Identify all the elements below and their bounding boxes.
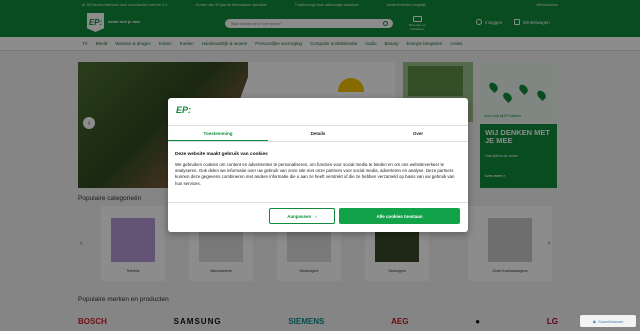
chevron-right-icon: ›	[315, 213, 317, 219]
dialog-body: We gebruiken cookies om content en adver…	[175, 162, 455, 186]
tab-about[interactable]: Over	[368, 126, 468, 141]
dialog-heading: Deze website maakt gebruik van cookies	[175, 152, 268, 157]
cookie-consent-dialog: EP: Toestemming Details Over Deze websit…	[168, 98, 468, 232]
tab-details[interactable]: Details	[268, 126, 368, 141]
consent-tabs: Toestemming Details Over	[168, 125, 468, 142]
tab-consent[interactable]: Toestemming	[168, 126, 268, 141]
watermark: ◉ ScamMalware	[580, 315, 636, 327]
shield-icon: ◉	[592, 318, 597, 324]
allow-all-cookies-button[interactable]: Alle cookies toestaan	[339, 208, 460, 224]
customize-button[interactable]: Aanpassen ›	[269, 208, 335, 224]
ep-logo: EP:	[176, 105, 192, 115]
